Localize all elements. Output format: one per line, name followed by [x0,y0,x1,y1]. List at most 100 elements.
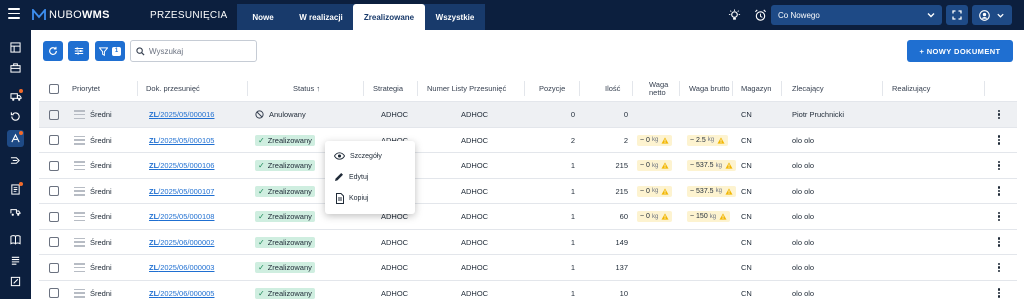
row-checkbox[interactable] [49,186,59,196]
status-label: Zrealizowany [267,161,312,170]
document-link[interactable]: ZL/2025/06/000005 [149,289,214,298]
table-row[interactable]: Średni ZL/2025/05/000107 ✓ Zrealizowany ADHO… [39,179,1017,204]
search-input[interactable] [149,46,249,56]
column-header-gross-weight[interactable]: Waga brutto [689,75,730,102]
ordering-value: olo olo [792,237,815,247]
row-checkbox[interactable] [49,237,59,247]
warehouse-value: CN [741,288,752,298]
priority-value: Średni [90,161,112,170]
column-header-positions[interactable]: Pozycje [539,75,565,102]
table-row[interactable]: Średni ZL/2025/06/000005 ✓ Zrealizowany ADHO… [39,281,1017,299]
row-checkbox[interactable] [49,135,59,145]
row-actions-menu-icon[interactable] [994,160,1004,171]
filter-button[interactable]: 1 [95,41,125,61]
warehouse-select[interactable]: Co Nowego [771,5,942,25]
settings-button[interactable] [68,41,89,61]
net-weight-unit: kg [651,188,659,194]
row-actions-menu-icon[interactable] [994,109,1004,120]
document-link[interactable]: ZL/2025/05/000016 [149,110,214,119]
quantity-value: 10 [619,288,628,298]
net-weight-value: ~ 0 [640,187,650,195]
row-checkbox[interactable] [49,211,59,222]
row-actions-menu-icon[interactable] [994,262,1004,273]
new-document-button[interactable]: + NOWY DOKUMENT [907,40,1013,62]
menu-item-edit[interactable]: Edytuj [325,167,415,187]
column-header-document[interactable]: Dok. przesunięć [146,75,200,102]
column-header-list-number[interactable]: Numer Listy Przesunięć [427,75,506,102]
tab-completed[interactable]: Zrealizowane [353,4,425,30]
column-header-status[interactable]: Status ↑ [293,75,320,102]
row-actions-menu-icon[interactable] [994,288,1004,298]
table-row[interactable]: Średni ZL/2025/06/000003 ✓ Zrealizowany ADHO… [39,255,1017,281]
row-checkbox[interactable] [49,160,59,171]
sidebar-delivery-icon[interactable] [7,88,24,105]
tab-new[interactable]: Nowe [237,4,289,30]
row-actions-menu-icon[interactable] [994,135,1004,145]
list-number-value: ADHOC [461,288,489,298]
fullscreen-button[interactable] [946,5,968,25]
sidebar-transfers-icon[interactable] [7,130,24,147]
cancel-icon [255,110,264,119]
menu-icon[interactable] [8,8,20,20]
table-row[interactable]: Średni ZL/2025/05/000108 ✓ Zrealizowany ADHO… [39,204,1017,230]
warning-icon [725,162,733,169]
table-row[interactable]: Średni ZL/2025/05/000105 ✓ Zrealizowany ADHO… [39,128,1017,153]
document-link[interactable]: ZL/2025/05/000105 [149,136,214,145]
sidebar-shuffle-icon[interactable] [7,152,24,169]
table-row[interactable]: Średni ZL/2025/05/000016 Anulowany ADHOC ADH… [39,102,1017,128]
warehouse-value: CN [741,263,752,272]
menu-item-copy[interactable]: Kopiuj [325,188,415,208]
menu-item-details[interactable]: Szczegóły [325,146,415,166]
search-field[interactable] [130,40,257,62]
row-actions-menu-icon[interactable] [994,186,1004,196]
column-header-net-weight[interactable]: Waga netto [649,75,668,102]
sidebar-book-icon[interactable] [7,231,24,248]
tab-in-progress[interactable]: W realizacji [289,4,353,30]
table-row[interactable]: Średni ZL/2025/05/000106 ✓ Zrealizowany ADHO… [39,153,1017,179]
document-link[interactable]: ZL/2025/06/000002 [149,238,214,247]
row-actions-menu-icon[interactable] [994,211,1004,222]
quantity-value: 2 [623,135,628,145]
row-checkbox[interactable] [49,262,59,273]
sidebar-documents-icon[interactable] [7,181,24,198]
sidebar-returns-icon[interactable] [7,108,24,125]
warehouse-value: CN [741,135,752,145]
quantity-value: 215 [615,186,628,196]
gross-weight-badge: ~ 150 kg [687,211,731,222]
document-link[interactable]: ZL/2025/06/000003 [149,263,214,272]
sidebar-truck-icon[interactable] [7,203,24,220]
column-header-warehouse[interactable]: Magazyn [741,75,771,102]
priority-icon [74,212,85,221]
refresh-button[interactable] [43,41,63,61]
alarm-icon[interactable] [752,7,768,23]
positions-value: 1 [570,212,575,221]
check-icon: ✓ [258,263,265,272]
priority-value: Średni [90,263,112,272]
document-link-prefix: ZL [149,186,159,196]
lightbulb-icon[interactable] [726,7,742,23]
row-checkbox[interactable] [49,109,59,120]
column-header-priority[interactable]: Priorytet [72,75,100,102]
sidebar-list-icon[interactable] [7,252,24,269]
sidebar-toolbox-icon[interactable] [7,59,24,76]
row-checkbox[interactable] [49,288,59,298]
tab-all[interactable]: Wszystkie [425,4,485,30]
sidebar-dashboard-icon[interactable] [7,39,24,56]
document-link[interactable]: ZL/2025/05/000107 [149,187,214,196]
user-menu-button[interactable] [972,5,1012,25]
row-actions-menu-icon[interactable] [994,237,1004,247]
ordering-value: olo olo [792,263,815,272]
document-link-prefix: ZL [149,135,159,145]
column-header-quantity[interactable]: Ilość [605,75,620,102]
column-header-executing[interactable]: Realizujący [892,75,930,102]
column-header-ordering[interactable]: Zlecający [792,75,824,102]
document-link[interactable]: ZL/2025/05/000108 [149,212,214,221]
select-all-checkbox[interactable] [49,83,59,94]
status-label: Zrealizowany [267,288,312,298]
column-header-strategy[interactable]: Strategia [373,75,403,102]
sidebar-edit-icon[interactable] [7,273,24,290]
priority-value: Średni [90,212,112,221]
document-link[interactable]: ZL/2025/05/000106 [149,161,214,170]
table-row[interactable]: Średni ZL/2025/06/000002 ✓ Zrealizowany ADHO… [39,230,1017,255]
fullscreen-icon [952,10,962,20]
